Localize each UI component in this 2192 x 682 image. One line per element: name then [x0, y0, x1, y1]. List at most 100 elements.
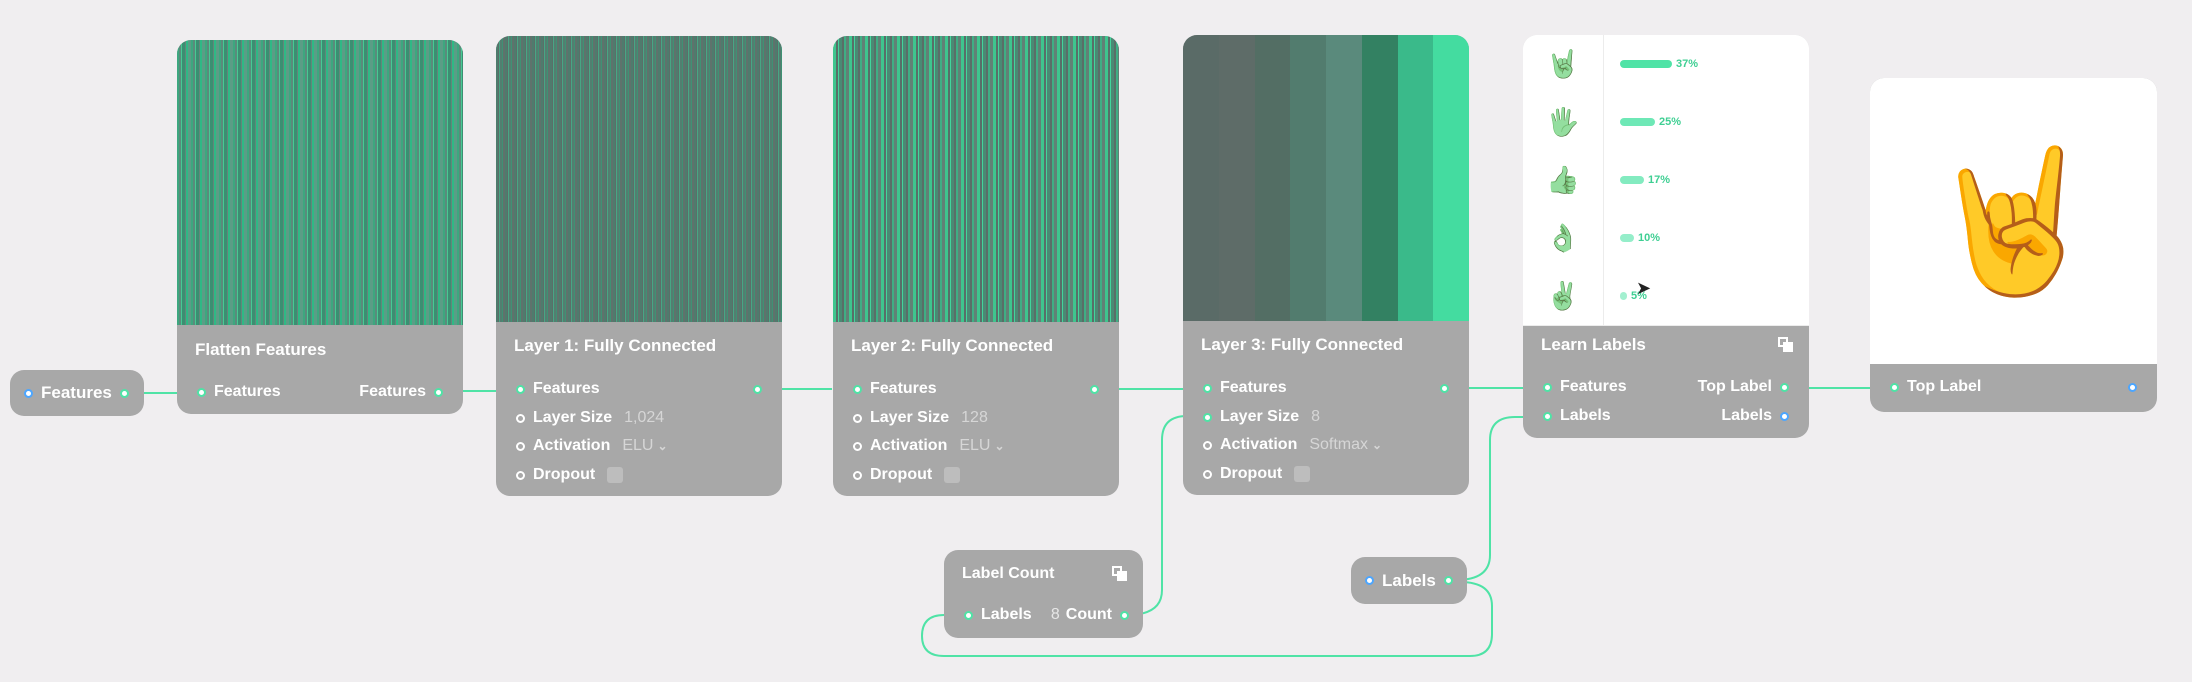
labels-label: Labels	[1560, 407, 1611, 424]
dropout-label: Dropout	[533, 466, 596, 483]
labels-node[interactable]: Labels	[1351, 557, 1467, 604]
labels-output-label: Labels	[1721, 407, 1772, 424]
top-label-preview: 🤘	[1870, 78, 2157, 364]
labels-input-port[interactable]	[1365, 576, 1374, 585]
layer-size-port[interactable]	[853, 413, 862, 423]
input-features-label: Features	[41, 383, 112, 402]
features-label: Features	[1560, 378, 1627, 395]
prediction-row[interactable]: 🖐 25%	[1523, 93, 1809, 152]
count-value: 8	[1050, 606, 1060, 623]
features-label: Features	[870, 380, 937, 397]
activation-label: Activation	[1220, 436, 1298, 453]
dropout-port[interactable]	[516, 470, 525, 480]
activation-label: Activation	[870, 437, 948, 454]
rock-hand-emoji: 🤘	[1926, 142, 2101, 299]
prediction-emoji: 👌	[1523, 209, 1604, 267]
layer2-node[interactable]: Layer 2: Fully Connected Features Layer …	[833, 36, 1119, 496]
prediction-emoji: 🖐	[1523, 93, 1604, 151]
node-title: Layer 2: Fully Connected	[851, 336, 1054, 355]
activation-dropdown[interactable]: ELU	[959, 437, 990, 455]
dropout-checkbox[interactable]	[1294, 466, 1311, 482]
features-label: Features	[1220, 379, 1287, 396]
probability-bar	[1620, 176, 1644, 184]
labels-output-port[interactable]	[1443, 576, 1453, 585]
activation-dropdown[interactable]: Softmax	[1309, 436, 1368, 454]
top-label-label: Top Label	[1907, 378, 1982, 395]
layer-size-port[interactable]	[1203, 412, 1212, 422]
chevron-down-icon[interactable]: ⌄	[657, 439, 667, 453]
flatten-features-visualization	[177, 40, 463, 325]
layer1-visualization	[496, 36, 782, 322]
label-count-node[interactable]: Label Count Labels 8 Count	[944, 550, 1143, 638]
features-output-port[interactable]	[1440, 383, 1449, 393]
node-title: Label Count	[962, 565, 1055, 582]
node-title: Flatten Features	[195, 340, 327, 359]
activation-dropdown[interactable]: ELU	[622, 437, 653, 455]
activation-stripe	[1290, 35, 1326, 321]
labels-input-port[interactable]	[964, 610, 973, 620]
layer-size-port[interactable]	[516, 413, 525, 423]
activation-stripe	[1397, 35, 1434, 321]
prediction-row[interactable]: ✌ 5%	[1523, 267, 1809, 326]
layer-size-value[interactable]: 8	[1311, 408, 1320, 426]
layer3-visualization	[1183, 35, 1469, 321]
features-label: Features	[533, 380, 600, 397]
probability-percent: 17%	[1648, 174, 1671, 186]
top-label-node[interactable]: 🤘 Top Label	[1870, 78, 2157, 412]
features-input-port[interactable]	[1543, 382, 1552, 392]
prediction-row[interactable]: 🤘 37%	[1523, 35, 1809, 94]
dropout-checkbox[interactable]	[607, 467, 624, 483]
top-label-output-port[interactable]	[1780, 382, 1789, 392]
labels-output-port[interactable]	[1780, 411, 1789, 421]
copy-icon[interactable]	[1112, 566, 1127, 581]
count-output-port[interactable]	[1120, 610, 1129, 620]
features-input-port[interactable]	[516, 384, 525, 394]
layer-size-value[interactable]: 1,024	[624, 409, 664, 427]
layer3-node[interactable]: Layer 3: Fully Connected Features Layer …	[1183, 35, 1469, 495]
features-output-port[interactable]	[1090, 384, 1099, 394]
prediction-emoji: ✌	[1523, 267, 1604, 325]
dropout-port[interactable]	[853, 470, 862, 480]
node-title: Layer 3: Fully Connected	[1201, 335, 1404, 354]
probability-bar	[1620, 118, 1655, 126]
input-port[interactable]	[24, 388, 33, 398]
top-label-input-port[interactable]	[1890, 382, 1899, 392]
layer2-visualization	[833, 36, 1119, 322]
layer-size-value[interactable]: 128	[961, 409, 988, 427]
chevron-down-icon[interactable]: ⌄	[994, 439, 1004, 453]
node-title: Layer 1: Fully Connected	[514, 336, 717, 355]
features-output-port[interactable]	[753, 384, 762, 394]
activation-stripe	[1433, 35, 1469, 321]
top-label-output-label: Top Label	[1697, 378, 1772, 395]
features-input-port[interactable]	[197, 387, 206, 397]
flatten-features-node[interactable]: Flatten Features Features Features	[177, 40, 463, 414]
chevron-down-icon[interactable]: ⌄	[1372, 438, 1382, 452]
features-input-port[interactable]	[853, 384, 862, 394]
prediction-list: 🤘 37% 🖐 25% 👍 17% 👌 10% ✌ 5%	[1523, 35, 1809, 326]
probability-bar	[1620, 60, 1672, 68]
prediction-emoji: 👍	[1523, 151, 1604, 209]
probability-percent: 10%	[1638, 232, 1661, 244]
copy-icon[interactable]	[1778, 337, 1793, 352]
features-input-port[interactable]	[1203, 383, 1212, 393]
activation-port[interactable]	[1203, 440, 1212, 450]
features-output-port[interactable]	[434, 387, 443, 397]
input-features-node[interactable]: Features	[10, 370, 144, 416]
dropout-checkbox[interactable]	[944, 467, 961, 483]
labels-input-port[interactable]	[1543, 411, 1552, 421]
features-output-label: Features	[359, 383, 426, 400]
prediction-emoji: 🤘	[1523, 35, 1604, 93]
top-label-output-port[interactable]	[2128, 382, 2137, 392]
layer1-node[interactable]: Layer 1: Fully Connected Features Layer …	[496, 36, 782, 496]
activation-port[interactable]	[853, 441, 862, 451]
dropout-port[interactable]	[1203, 469, 1212, 479]
mouse-cursor-icon: ➤	[1636, 278, 1652, 298]
activation-port[interactable]	[516, 441, 525, 451]
prediction-row[interactable]: 👌 10%	[1523, 209, 1809, 268]
probability-bar	[1620, 234, 1634, 242]
learn-labels-node[interactable]: 🤘 37% 🖐 25% 👍 17% 👌 10% ✌ 5% Learn Labels Feature…	[1523, 35, 1809, 438]
prediction-row[interactable]: 👍 17%	[1523, 151, 1809, 210]
output-port[interactable]	[119, 388, 129, 398]
labels-label: Labels	[981, 606, 1032, 623]
activation-stripe	[1183, 35, 1219, 321]
